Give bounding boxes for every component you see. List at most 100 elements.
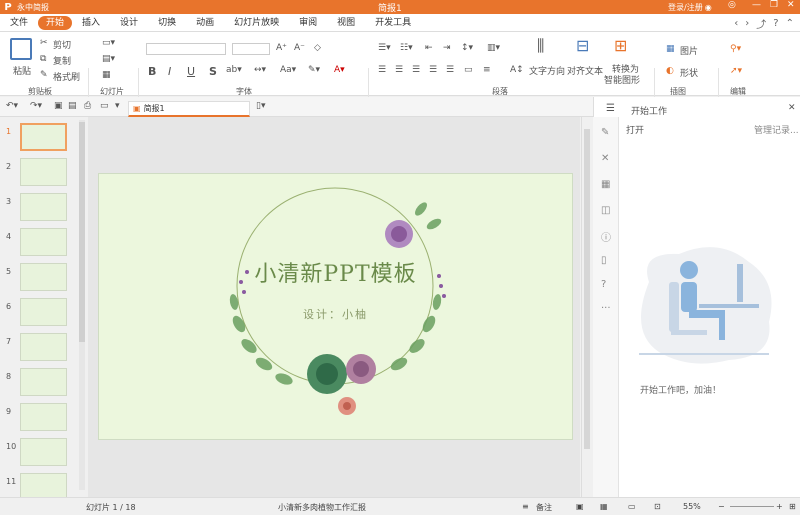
slide-title[interactable]: 小清新PPT模板 [99,256,572,288]
slide-subtitle[interactable]: 设计：小柚 [99,306,572,322]
copy-button[interactable]: 复制 [53,54,71,67]
align-text-icon[interactable]: ⊟ [576,36,589,55]
shape-button[interactable]: 形状 [680,66,698,79]
forward-icon[interactable]: › [745,18,749,29]
format-painter-icon[interactable]: ✎ [40,70,48,80]
smartart-button[interactable]: 智能图形 [604,73,640,86]
reading-view-icon[interactable]: ▭ [628,502,636,511]
notes-button[interactable]: 备注 [536,502,552,513]
ltr-icon[interactable]: A↕ [510,65,524,75]
slide-thumbnail[interactable]: 4 [0,228,80,262]
picture-button[interactable]: 图片 [680,44,698,57]
help-icon[interactable]: ? [773,18,778,29]
tools-icon[interactable]: ✕ [601,153,609,164]
new-slide-icon[interactable]: ▭▾ [102,38,115,48]
align-left-icon[interactable]: ☰ [378,65,386,75]
shape-icon[interactable]: ◐ [666,66,674,76]
distribute-icon[interactable]: ☰ [446,65,454,75]
login-link[interactable]: 登录/注册 ◉ [668,2,712,13]
select-icon[interactable]: ➚▾ [730,66,742,76]
clip-icon[interactable]: ▯ [601,255,607,266]
zoom-in-icon[interactable]: + [776,502,783,511]
text-direction-icon[interactable]: ⫼ [537,36,544,56]
save-icon[interactable]: ▣ [54,101,63,111]
normal-view-icon[interactable]: ▣ [576,502,584,511]
tab-file[interactable]: 文件 [0,16,38,30]
copy-icon[interactable]: ⧉ [40,54,46,64]
grow-font-icon[interactable]: A⁺ [276,43,287,53]
slide-thumbnail[interactable]: 8 [0,368,80,402]
highlight-icon[interactable]: ✎▾ [308,65,320,75]
font-name-select[interactable] [146,43,226,55]
tab-slideshow[interactable]: 幻灯片放映 [224,16,289,30]
align-right-icon[interactable]: ☰ [412,65,420,75]
save-as-icon[interactable]: ▤ [68,101,77,111]
strikethrough-icon[interactable]: ab▾ [226,65,242,75]
login-label[interactable]: 登录/注册 [668,2,703,13]
font-color-icon[interactable]: A▾ [334,65,345,75]
section-icon[interactable]: ▦ [102,70,111,80]
slide-thumbnail[interactable]: 2 [0,158,80,192]
slide-thumbnail[interactable]: 7 [0,333,80,367]
text-direction-button[interactable]: 文字方向 [529,64,565,77]
align-text-button[interactable]: 对齐文本 [567,64,603,77]
find-icon[interactable]: ⚲▾ [730,44,741,54]
undo-icon[interactable]: ↶▾ [6,101,18,111]
clear-format-icon[interactable]: ◇ [314,43,321,53]
tab-animation[interactable]: 动画 [186,16,224,30]
paste-icon[interactable] [10,38,32,60]
manage-records-link[interactable]: 管理记录... [754,123,799,136]
grid-icon[interactable]: ▦ [601,179,610,190]
char-spacing-icon[interactable]: ↔▾ [254,65,266,75]
pen-icon[interactable]: ✎ [601,127,609,138]
italic-icon[interactable]: I [168,65,171,78]
zoom-out-icon[interactable]: − [718,502,725,511]
panel-menu-icon[interactable]: ☰ [606,103,615,114]
redo-icon[interactable]: ↷▾ [30,101,42,111]
notes-icon[interactable]: ≡ [522,502,529,511]
document-tab[interactable]: ▣ 简报1 [128,101,250,117]
shadow-icon[interactable]: S [209,65,217,78]
picture-icon[interactable]: ▦ [666,44,675,54]
line-spacing-icon[interactable]: ↕▾ [461,43,473,53]
close-button[interactable]: ✕ [787,0,795,10]
list-style-icon[interactable]: ≡ [483,65,491,75]
new-doc-icon[interactable]: ▯▾ [256,101,265,111]
tab-home[interactable]: 开始 [38,15,73,30]
bullets-icon[interactable]: ☰▾ [378,43,391,53]
slide-thumbnail[interactable]: 1 [0,123,80,157]
text-box-icon[interactable]: ▭ [464,65,473,75]
tab-view[interactable]: 视图 [327,16,365,30]
more-icon[interactable]: ··· [601,303,611,314]
open-link[interactable]: 打开 [626,123,644,136]
slide-thumbnail[interactable]: 9 [0,403,80,437]
align-center-icon[interactable]: ☰ [395,65,403,75]
question-icon[interactable]: ? [601,279,606,290]
tab-design[interactable]: 设计 [110,16,148,30]
image-icon[interactable]: ◫ [601,205,610,216]
thumbnail-scrollbar[interactable] [79,120,85,490]
font-size-select[interactable] [232,43,270,55]
tab-transition[interactable]: 切换 [148,16,186,30]
change-case-icon[interactable]: Aa▾ [280,65,296,75]
preview-icon[interactable]: ▭ [100,101,109,111]
underline-icon[interactable]: U [187,65,195,78]
slide-thumbnail[interactable]: 3 [0,193,80,227]
zoom-slider[interactable] [730,506,774,507]
justify-icon[interactable]: ☰ [429,65,437,75]
slide-thumbnail[interactable]: 5 [0,263,80,297]
numbering-icon[interactable]: ☷▾ [400,43,413,53]
bold-icon[interactable]: B [148,65,156,78]
slide-thumbnail[interactable]: 6 [0,298,80,332]
cut-icon[interactable]: ✂ [40,38,48,48]
slideshow-icon[interactable]: ⊡ [654,502,661,511]
restore-button[interactable]: ❐ [770,0,778,10]
print-icon[interactable]: ⎙ [84,101,91,111]
panel-close-icon[interactable]: ✕ [788,103,796,113]
canvas-scrollbar[interactable] [581,117,591,497]
info-icon[interactable]: ⓘ [601,229,611,244]
customize-icon[interactable]: ▾ [115,101,120,111]
minimize-button[interactable]: — [752,0,761,10]
smartart-icon[interactable]: ⊞ [614,36,627,55]
collapse-ribbon-icon[interactable]: ⌃ [786,18,794,29]
